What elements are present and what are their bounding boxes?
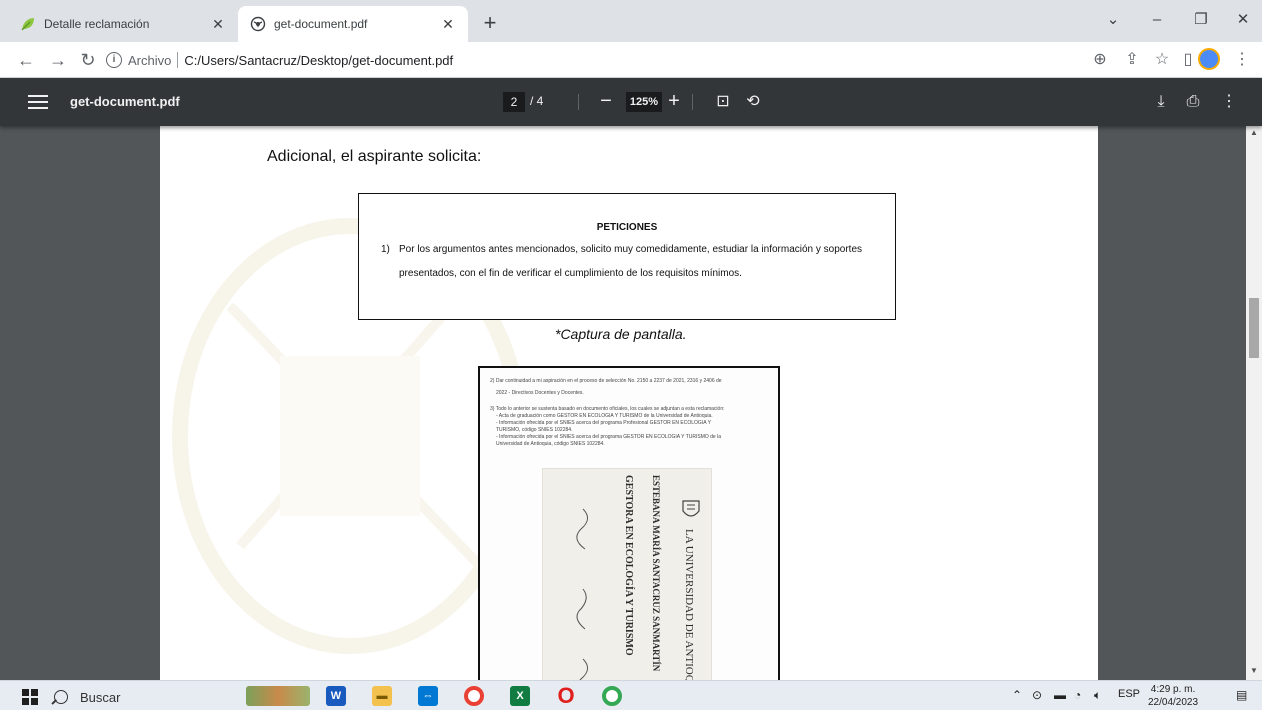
share-icon[interactable]: ⇪ (1120, 48, 1144, 72)
chrome-profile-app-icon[interactable] (602, 686, 622, 706)
pdf-toolbar: get-document.pdf 2 / 4 − 125% + ⊡ ⟲ ⤓ ⎙ … (0, 78, 1262, 126)
petition-number: 1) (381, 244, 390, 255)
divider (578, 94, 579, 110)
address-bar[interactable]: i Archivo C:/Users/Santacruz/Desktop/get… (106, 47, 1108, 73)
diploma-degree: GESTORA EN ECOLOGÍA Y TURISMO (623, 475, 634, 656)
zoom-in-button[interactable]: + (664, 90, 684, 114)
forward-button[interactable]: → (46, 48, 70, 72)
screenshot-text-line: 2) Dar continuidad a mi aspiración en el… (490, 378, 722, 384)
pdf-page: Adicional, el aspirante solicita: PETICI… (160, 126, 1098, 680)
screenshot-text-line: 2022 - Directivos Docentes y Docentes. (496, 390, 584, 396)
notifications-icon[interactable]: ▤ (1236, 688, 1247, 702)
scheme-label: Archivo (128, 52, 172, 68)
page-number-input[interactable]: 2 (503, 92, 525, 112)
globe-icon (250, 16, 266, 32)
divider (692, 94, 693, 110)
battery-icon[interactable]: ▬ (1054, 688, 1066, 702)
download-icon[interactable]: ⤓ (1150, 91, 1172, 113)
tab-strip: Detalle reclamación ✕ get-document.pdf ✕… (0, 0, 1262, 42)
taskbar-search[interactable]: Buscar (54, 686, 234, 708)
restore-button[interactable]: ❐ (1186, 6, 1216, 34)
word-app-icon[interactable]: W (326, 686, 346, 706)
meet-now-icon[interactable]: ⊙ (1032, 688, 1042, 702)
tab-title: Detalle reclamación (44, 17, 150, 31)
screenshot-text-line: - Información ofrecida por el SNIES acer… (496, 420, 711, 426)
minimize-button[interactable]: – (1142, 6, 1172, 34)
language-indicator[interactable]: ESP (1118, 688, 1140, 700)
url-text: C:/Users/Santacruz/Desktop/get-document.… (184, 52, 454, 68)
zoom-level-input[interactable]: 125% (626, 92, 662, 112)
zoom-out-button[interactable]: − (596, 90, 616, 114)
embedded-screenshot: 2) Dar continuidad a mi aspiración en el… (478, 366, 780, 680)
show-hidden-icons-chevron[interactable]: ⌃ (1012, 688, 1022, 702)
scroll-down-icon[interactable]: ▼ (1249, 666, 1259, 676)
scrollbar-thumb[interactable] (1249, 298, 1259, 358)
divider (177, 52, 179, 68)
close-tab-icon[interactable]: ✕ (210, 16, 226, 32)
screenshot-caption: *Captura de pantalla. (555, 326, 687, 342)
volume-icon[interactable]: 🔈︎ (1094, 688, 1101, 703)
pdf-viewer[interactable]: Adicional, el aspirante solicita: PETICI… (0, 126, 1262, 680)
print-icon[interactable]: ⎙ (1182, 91, 1204, 113)
petitions-title: PETICIONES (596, 222, 658, 233)
clock-time: 4:29 p. m. (1150, 684, 1196, 695)
menu-kebab-icon[interactable]: ⋮ (1230, 48, 1254, 72)
screenshot-text-line: 3) Todo lo anterior se sustenta basado e… (490, 406, 725, 412)
windows-taskbar: Buscar W ▬ ⇔ X O ⌃ ⊙ ▬ ◔ 🔈︎ ESP 4:29 p. … (0, 680, 1262, 710)
tab-detalle-reclamacion[interactable]: Detalle reclamación ✕ (8, 6, 238, 42)
info-icon[interactable]: i (106, 52, 122, 68)
clock-date: 22/04/2023 (1148, 697, 1199, 708)
more-options-icon[interactable]: ⋮ (1218, 91, 1240, 113)
taskbar-clock[interactable]: 4:29 p. m. 22/04/2023 (1148, 683, 1198, 709)
profile-avatar[interactable] (1198, 48, 1220, 70)
screenshot-text-line: Universidad de Antioquia, código SNIES 1… (496, 441, 605, 447)
tab-search-chevron-icon[interactable]: ⌄ (1098, 6, 1128, 34)
side-panel-icon[interactable]: ▯ (1176, 48, 1200, 72)
zoom-icon[interactable]: ⊕ (1088, 48, 1112, 72)
university-crest-icon (682, 500, 700, 517)
search-highlight-image[interactable] (246, 686, 310, 706)
bookmark-star-icon[interactable]: ☆ (1150, 48, 1174, 72)
close-tab-icon[interactable]: ✕ (440, 16, 456, 32)
diploma-signatures (576, 508, 588, 680)
search-icon (54, 690, 68, 704)
file-explorer-icon[interactable]: ▬ (372, 686, 392, 706)
leaf-icon (20, 16, 36, 32)
diploma-name: ESTEBANA MARÍA SANTACRUZ SANMARTÍN (651, 475, 661, 672)
hamburger-menu-icon[interactable] (28, 92, 48, 112)
search-label: Buscar (80, 689, 121, 705)
scroll-up-icon[interactable]: ▲ (1249, 128, 1259, 138)
screenshot-text-line: TURISMO, código SNIES 102284. (496, 427, 573, 433)
tab-get-document[interactable]: get-document.pdf ✕ (238, 6, 468, 42)
new-tab-button[interactable]: + (476, 10, 504, 38)
windows-start-icon[interactable] (22, 689, 38, 705)
screen: Detalle reclamación ✕ get-document.pdf ✕… (0, 0, 1262, 710)
screenshot-text-line: - Acta de graduación como GESTOR EN ECOL… (496, 413, 713, 419)
petitions-box: PETICIONES 1) Por los argumentos antes m… (358, 193, 896, 320)
rotate-icon[interactable]: ⟲ (742, 91, 764, 113)
excel-app-icon[interactable]: X (510, 686, 530, 706)
back-button[interactable]: ← (14, 48, 38, 72)
teamviewer-app-icon[interactable]: ⇔ (418, 686, 438, 706)
petition-text-line: presentados, con el fin de verificar el … (399, 268, 742, 279)
vertical-scrollbar[interactable]: ▲ ▼ (1246, 126, 1262, 680)
browser-toolbar: ← → ↻ i Archivo C:/Users/Santacruz/Deskt… (0, 42, 1262, 78)
close-window-button[interactable]: ✕ (1228, 6, 1258, 34)
tab-title: get-document.pdf (274, 17, 368, 31)
petition-text-line: Por los argumentos antes mencionados, so… (399, 244, 863, 255)
page-total: / 4 (530, 94, 544, 108)
intro-text: Adicional, el aspirante solicita: (267, 148, 482, 165)
screenshot-text-line: - Información ofrecida por el SNIES acer… (496, 434, 721, 440)
diploma-university: LA UNIVERSIDAD DE ANTIOQUIA (683, 529, 695, 680)
reload-button[interactable]: ↻ (76, 48, 100, 72)
network-icon[interactable]: ◔ (1074, 688, 1081, 702)
opera-app-icon[interactable]: O (556, 685, 576, 707)
pdf-title: get-document.pdf (70, 94, 180, 109)
chrome-app-icon[interactable] (464, 686, 484, 706)
diploma-image: LA UNIVERSIDAD DE ANTIOQUIA ESTEBANA MAR… (542, 468, 712, 680)
fit-page-icon[interactable]: ⊡ (712, 91, 734, 113)
